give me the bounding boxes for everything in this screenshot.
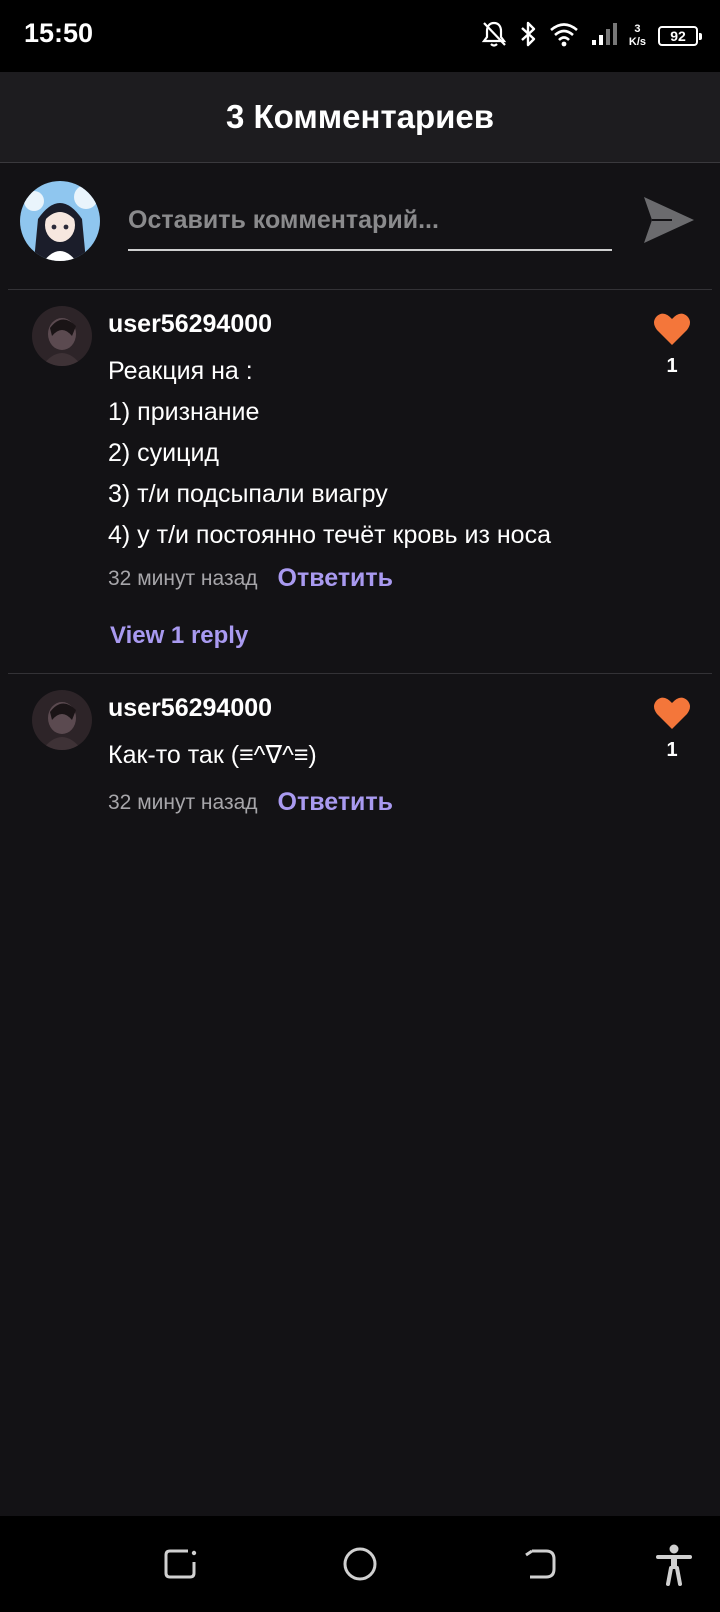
divider: [8, 673, 712, 674]
status-bar: 15:50 3 K/s 92: [0, 0, 720, 72]
comment-text: Как-то так (≡^∇^≡): [108, 735, 317, 776]
comment-item: user56294000 Реакция на : 1) признание 2…: [0, 306, 720, 656]
comment-meta: 32 минут назад Ответить: [108, 788, 393, 817]
battery-level: 92: [670, 28, 686, 44]
comment-text-line: 4) у т/и постоянно течёт кровь из носа: [108, 521, 551, 549]
divider: [8, 289, 712, 290]
network-speed-value: 3: [634, 23, 641, 35]
back-button[interactable]: [516, 1540, 564, 1588]
comment-compose: [0, 163, 720, 289]
accessibility-icon: [656, 1544, 692, 1586]
comment-text-line: 2) суицид: [108, 439, 220, 467]
heart-icon: [654, 697, 690, 729]
bell-off-icon: [481, 20, 507, 53]
home-icon: [343, 1547, 377, 1581]
signal-icon: [591, 22, 617, 51]
view-replies-link[interactable]: View 1 reply: [110, 622, 248, 650]
like-button[interactable]: 1: [652, 696, 692, 762]
home-button[interactable]: [336, 1540, 384, 1588]
comment-text: Реакция на : 1) признание 2) суицид 3) т…: [108, 351, 551, 556]
back-icon: [525, 1549, 556, 1579]
comment-timestamp: 32 минут назад: [108, 566, 258, 590]
commenter-avatar[interactable]: [32, 306, 92, 366]
like-button[interactable]: 1: [652, 312, 692, 378]
comment-input[interactable]: [128, 191, 612, 249]
like-count: 1: [666, 739, 678, 761]
comment-timestamp: 32 минут назад: [108, 790, 258, 814]
accessibility-button[interactable]: [650, 1540, 698, 1588]
status-time: 15:50: [24, 18, 94, 48]
send-icon: [644, 197, 694, 243]
comment-text-line: 1) признание: [108, 398, 260, 426]
page-title: 3 Комментариев: [225, 98, 495, 135]
network-speed-unit: K/s: [628, 36, 646, 48]
current-user-avatar: [20, 181, 100, 261]
comments-screen: 15:50 3 K/s 92 3 Комментариев Оставить к…: [0, 0, 720, 1612]
recent-apps-icon: [164, 1549, 197, 1579]
comment-input-wrapper: [128, 191, 612, 251]
comment-username[interactable]: user56294000: [108, 694, 272, 723]
comment-username[interactable]: user56294000: [108, 310, 272, 339]
reply-button[interactable]: Ответить: [278, 564, 394, 593]
status-icons: 3 K/s 92: [469, 18, 702, 54]
bluetooth-icon: [519, 20, 537, 53]
comment-meta: 32 минут назад Ответить: [108, 564, 393, 593]
comment-text-line: Как-то так (≡^∇^≡): [108, 741, 317, 769]
comment-text-line: Реакция на :: [108, 357, 253, 385]
battery-indicator: 92: [658, 26, 702, 46]
send-button[interactable]: [640, 191, 698, 249]
like-count: 1: [666, 355, 678, 377]
network-speed: 3 K/s: [629, 23, 646, 49]
reply-button[interactable]: Ответить: [278, 788, 394, 817]
system-nav-bar: [0, 1516, 720, 1612]
comment-text-line: 3) т/и подсыпали виагру: [108, 480, 388, 508]
wifi-icon: [549, 21, 579, 52]
commenter-avatar[interactable]: [32, 690, 92, 750]
recent-apps-button[interactable]: [156, 1540, 204, 1588]
comment-item: user56294000 Как-то так (≡^∇^≡) 32 минут…: [0, 690, 720, 830]
comments-header: 3 Комментариев: [0, 72, 720, 163]
heart-icon: [654, 313, 690, 345]
